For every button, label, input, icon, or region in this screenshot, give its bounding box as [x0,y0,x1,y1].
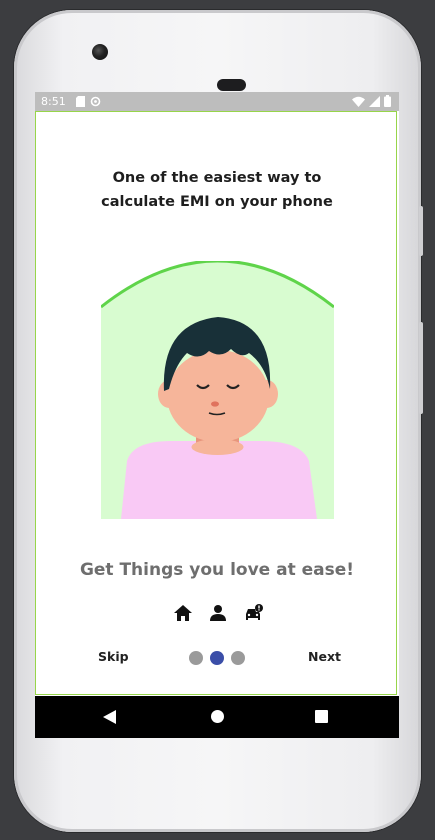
status-bar: 8:51 [35,92,399,111]
sd-card-icon [76,96,85,107]
car-alert-icon [246,604,263,620]
person-illustration [101,261,334,519]
wifi-icon [352,96,365,107]
signal-icon [369,95,380,107]
page-dot[interactable] [189,651,203,665]
sync-icon [90,96,101,107]
home-icon [174,605,192,621]
power-button[interactable] [419,206,423,256]
battery-icon [384,95,391,107]
back-icon[interactable] [103,710,116,724]
volume-button[interactable] [419,322,423,414]
earpiece-speaker [217,79,246,91]
page-dot[interactable] [231,651,245,665]
status-time: 8:51 [41,95,66,108]
skip-button[interactable]: Skip [98,649,129,664]
device-screen: 8:51 One of the easiest way to calculate… [35,92,399,738]
home-circle-icon[interactable] [211,710,224,723]
page-dot-active[interactable] [210,651,224,665]
navigation-bar [35,696,399,738]
onboarding-subtitle: Get Things you love at ease! [79,560,355,580]
feature-icon-row [174,603,264,623]
person-icon [210,605,226,621]
page-indicator [189,651,245,665]
next-button[interactable]: Next [308,649,341,664]
onboarding-page: One of the easiest way to calculate EMI … [35,111,397,695]
front-camera [92,44,108,60]
onboarding-title: One of the easiest way to calculate EMI … [101,170,333,210]
recents-icon[interactable] [315,710,328,723]
onboarding-controls: Skip Next [36,649,398,671]
